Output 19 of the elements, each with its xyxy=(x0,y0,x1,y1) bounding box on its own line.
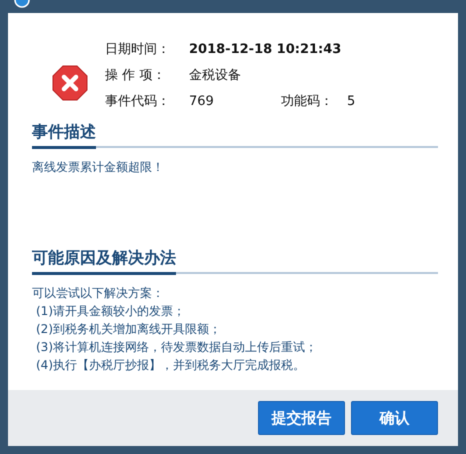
field-value: 5 xyxy=(347,93,356,112)
body-text: (2)到税务机关增加离线开具限额； xyxy=(35,321,222,338)
body-text: (3)将计算机连接网络，待发票数据自动上传后重试； xyxy=(35,339,318,356)
body-text: 可以尝试以下解决方案： xyxy=(32,285,165,302)
body-text: 离线发票累计金额超限！ xyxy=(32,159,165,176)
section-heading: 事件描述 xyxy=(32,120,96,149)
field-label: 日期时间： xyxy=(105,41,171,60)
field-value: 金税设备 xyxy=(189,67,242,86)
error-icon xyxy=(52,65,88,101)
field-label: 操 作 项： xyxy=(105,67,166,86)
body-text: (4)执行【办税厅抄报】，并到税务大厅完成报税。 xyxy=(35,357,306,374)
body-text: (1)请开具金额较小的发票； xyxy=(35,303,186,320)
dialog-button[interactable]: 确认 xyxy=(351,401,438,435)
field-value: 769 xyxy=(189,93,215,112)
field-label: 功能码： xyxy=(281,93,334,112)
section-heading: 可能原因及解决办法 xyxy=(32,246,176,275)
field-label: 事件代码： xyxy=(105,93,171,112)
dialog-button[interactable]: 提交报告 xyxy=(258,401,345,435)
field-value: 2018-12-18 10:21:43 xyxy=(189,41,342,60)
